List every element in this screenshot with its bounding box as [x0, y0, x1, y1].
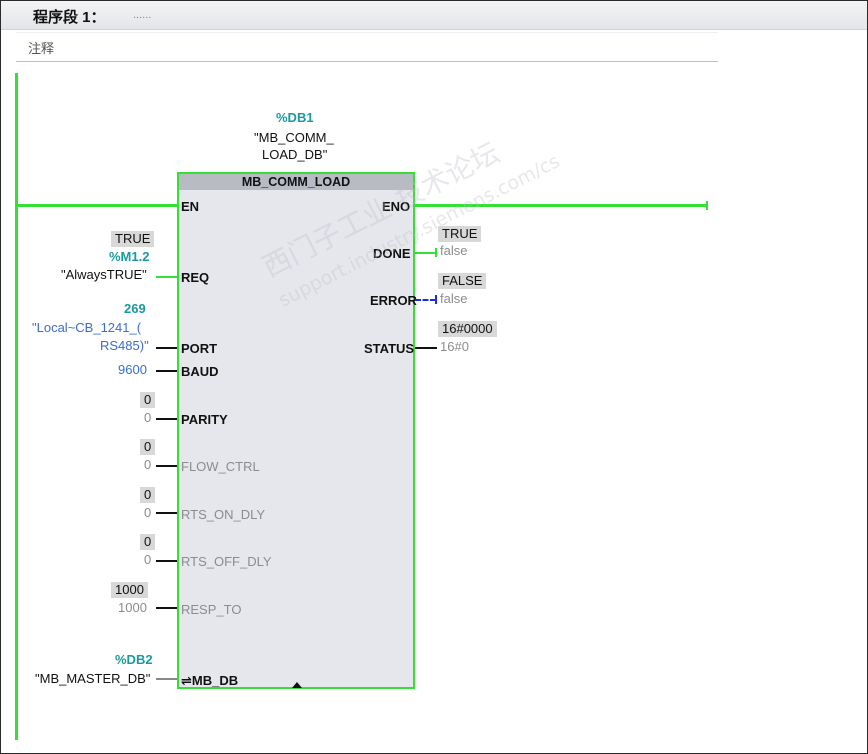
pin-parity: PARITY — [181, 412, 228, 427]
rts-on-dly-wire — [156, 512, 177, 514]
pin-baud: BAUD — [181, 364, 219, 379]
network-title-placeholder[interactable]: ...... — [133, 9, 151, 21]
rts-on-dly-value[interactable]: 0 — [144, 505, 151, 520]
done-wire — [415, 252, 437, 254]
pin-mb-db: ⇌MB_DB — [181, 673, 239, 688]
pin-rts-off-dly: RTS_OFF_DLY — [181, 554, 272, 569]
network-comment: 注释 — [28, 41, 55, 56]
network-comment-field[interactable]: 注释 — [16, 32, 718, 62]
parity-monitor-value: 0 — [140, 392, 156, 408]
parity-wire — [156, 418, 177, 420]
collapse-params-icon[interactable] — [292, 682, 302, 688]
mb-db-address: %DB2 — [115, 652, 153, 667]
rts-off-dly-wire — [156, 560, 177, 562]
pin-resp-to: RESP_TO — [181, 602, 242, 617]
port-tag-2[interactable]: RS485)" — [100, 338, 149, 353]
pin-en: EN — [181, 199, 200, 214]
req-monitor-value: TRUE — [111, 231, 155, 247]
pin-flow-ctrl: FLOW_CTRL — [181, 459, 260, 474]
status-monitor-value: 16#0000 — [438, 321, 497, 337]
status-wire — [415, 347, 437, 349]
pin-req: REQ — [181, 270, 210, 285]
rts-on-dly-monitor-value: 0 — [140, 487, 156, 503]
pin-eno: ENO — [382, 199, 411, 214]
error-wire — [415, 299, 436, 301]
pin-done: DONE — [373, 246, 411, 261]
en-wire — [18, 204, 177, 207]
flow-ctrl-monitor-value: 0 — [140, 439, 156, 455]
mb-db-tag[interactable]: "MB_MASTER_DB" — [35, 671, 150, 686]
error-value[interactable]: false — [440, 291, 467, 306]
network-header[interactable]: 程序段 1： ...... — [1, 1, 867, 30]
eno-wire-end — [706, 201, 708, 210]
done-value[interactable]: false — [440, 243, 467, 258]
port-constant: 269 — [124, 301, 146, 316]
req-address: %M1.2 — [109, 249, 150, 264]
pin-error: ERROR — [370, 293, 417, 308]
resp-to-value[interactable]: 1000 — [118, 600, 147, 615]
port-wire — [156, 347, 177, 349]
flow-ctrl-value[interactable]: 0 — [144, 457, 151, 472]
rts-off-dly-monitor-value: 0 — [140, 534, 156, 550]
instance-db-name-2[interactable]: LOAD_DB" — [262, 147, 327, 162]
error-monitor-value: FALSE — [438, 273, 487, 289]
resp-to-monitor-value: 1000 — [111, 582, 148, 598]
block-type-title: MB_COMM_LOAD — [179, 174, 413, 190]
flow-ctrl-wire — [156, 465, 177, 467]
rts-off-dly-value[interactable]: 0 — [144, 552, 151, 567]
done-monitor-value: TRUE — [438, 226, 482, 242]
left-power-rail — [15, 73, 18, 740]
port-tag-1[interactable]: "Local~CB_1241_( — [32, 320, 141, 335]
done-wire-end — [435, 248, 437, 257]
mb-db-wire — [156, 678, 177, 680]
pin-port: PORT — [181, 341, 218, 356]
eno-wire — [415, 204, 708, 207]
parity-value[interactable]: 0 — [144, 410, 151, 425]
req-wire — [156, 276, 177, 278]
resp-to-wire — [156, 607, 177, 609]
status-value[interactable]: 16#0 — [440, 339, 469, 354]
pin-rts-on-dly: RTS_ON_DLY — [181, 507, 266, 522]
network-title: 程序段 1： — [33, 9, 106, 26]
baud-value[interactable]: 9600 — [118, 362, 147, 377]
instance-db-name-1[interactable]: "MB_COMM_ — [254, 130, 334, 145]
instance-db-address: %DB1 — [276, 110, 314, 125]
baud-wire — [156, 370, 177, 372]
editor-frame — [0, 0, 868, 754]
req-tag[interactable]: "AlwaysTRUE" — [61, 267, 147, 282]
pin-status: STATUS — [364, 341, 415, 356]
error-wire-end — [435, 295, 437, 304]
